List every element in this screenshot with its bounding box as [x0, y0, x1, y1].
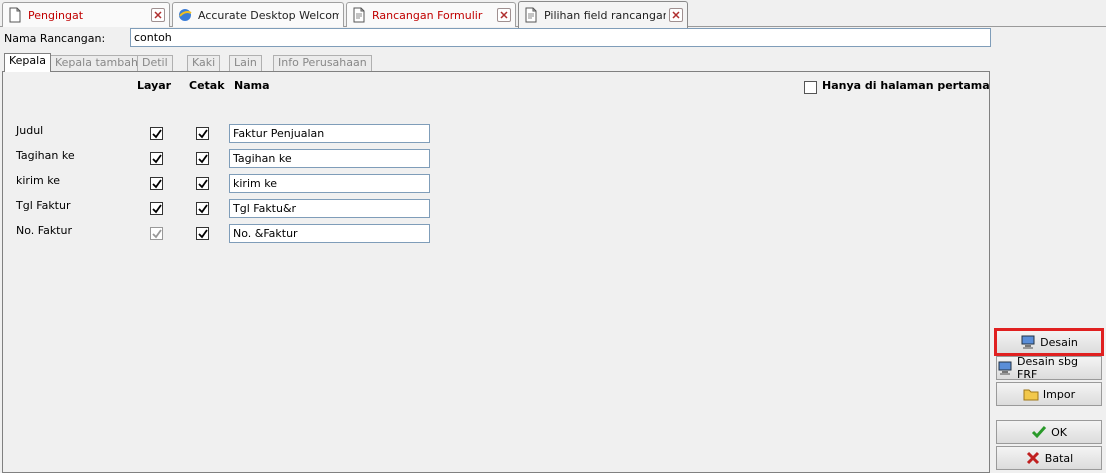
- batal-button-label: Batal: [1044, 451, 1074, 465]
- check-icon: [152, 229, 162, 239]
- doc-tab-welcome[interactable]: Accurate Desktop Welcome...: [172, 2, 344, 27]
- ok-button[interactable]: OK: [996, 420, 1102, 444]
- column-header-nama: Nama: [234, 79, 270, 92]
- layar-checkbox-tagihan-ke[interactable]: [150, 152, 163, 165]
- impor-button[interactable]: Impor: [996, 382, 1102, 406]
- cross-icon: [1026, 451, 1039, 465]
- column-header-cetak: Cetak: [189, 79, 225, 92]
- row-label-kirim-ke: kirim ke: [16, 174, 60, 187]
- row-label-tagihan-ke: Tagihan ke: [16, 149, 75, 162]
- check-icon: [198, 129, 208, 139]
- tab-kepala[interactable]: Kepala: [4, 53, 51, 72]
- document-icon: [525, 7, 537, 23]
- cetak-checkbox-judul[interactable]: [196, 127, 209, 140]
- check-icon: [152, 129, 162, 139]
- doc-tab-label: Accurate Desktop Welcome...: [198, 8, 339, 22]
- document-icon: [9, 7, 21, 23]
- layar-checkbox-no-faktur: [150, 227, 163, 240]
- nama-rancangan-label: Nama Rancangan:: [4, 32, 106, 45]
- close-icon[interactable]: [497, 8, 511, 22]
- folder-icon: [1023, 389, 1039, 401]
- close-icon[interactable]: [669, 8, 683, 22]
- row-label-tgl-faktur: Tgl Faktur: [16, 199, 71, 212]
- tab-detil[interactable]: Detil: [137, 55, 173, 71]
- doc-tab-label: Pilihan field rancangan...: [544, 8, 666, 22]
- doc-tab-pengingat[interactable]: Pengingat: [2, 2, 170, 27]
- tab-kaki[interactable]: Kaki: [187, 55, 221, 71]
- nama-field-tgl-faktur[interactable]: [229, 199, 430, 218]
- tab-lain[interactable]: Lain: [229, 55, 262, 71]
- cetak-checkbox-tgl-faktur[interactable]: [196, 202, 209, 215]
- layar-checkbox-tgl-faktur[interactable]: [150, 202, 163, 215]
- computer-icon: [998, 361, 1012, 375]
- tab-info-perusahaan[interactable]: Info Perusahaan: [273, 55, 372, 71]
- check-icon: [152, 204, 162, 214]
- impor-button-label: Impor: [1042, 387, 1076, 401]
- nama-field-judul[interactable]: [229, 124, 430, 143]
- checkmark-icon: [1032, 426, 1047, 439]
- row-label-no-faktur: No. Faktur: [16, 224, 72, 237]
- batal-button[interactable]: Batal: [996, 446, 1102, 470]
- desain-sbg-frf-button-label: Desain sbg FRF: [1017, 355, 1078, 381]
- column-header-layar: Layar: [137, 79, 172, 92]
- doc-tab-label: Pengingat: [28, 8, 84, 22]
- row-label-judul: Judul: [16, 124, 44, 137]
- cetak-checkbox-no-faktur[interactable]: [196, 227, 209, 240]
- hanya-halaman-pertama-label: Hanya di halaman pertama: [822, 79, 990, 92]
- ok-button-label: OK: [1051, 425, 1067, 439]
- browser-icon: [179, 9, 192, 21]
- hanya-halaman-pertama-checkbox[interactable]: [804, 81, 817, 94]
- desain-button-label: Desain: [1040, 335, 1078, 349]
- layar-checkbox-kirim-ke[interactable]: [150, 177, 163, 190]
- nama-field-kirim-ke[interactable]: [229, 174, 430, 193]
- check-icon: [198, 229, 208, 239]
- check-icon: [152, 179, 162, 189]
- doc-tab-rancangan-formulir[interactable]: Rancangan Formulir: [346, 2, 516, 27]
- check-icon: [198, 204, 208, 214]
- document-icon: [353, 7, 365, 23]
- nama-field-tagihan-ke[interactable]: [229, 149, 430, 168]
- layar-checkbox-judul[interactable]: [150, 127, 163, 140]
- check-icon: [198, 154, 208, 164]
- cetak-checkbox-tagihan-ke[interactable]: [196, 152, 209, 165]
- check-icon: [198, 179, 208, 189]
- desain-button[interactable]: Desain: [994, 328, 1104, 356]
- cetak-checkbox-kirim-ke[interactable]: [196, 177, 209, 190]
- document-tab-bar: Pengingat Accurate Desktop Welcome... Ra…: [0, 0, 1106, 28]
- doc-tab-label: Rancangan Formulir: [372, 8, 483, 22]
- doc-tab-pilihan-field[interactable]: Pilihan field rancangan...: [518, 1, 688, 28]
- nama-field-no-faktur[interactable]: [229, 224, 430, 243]
- nama-rancangan-input[interactable]: [130, 28, 991, 47]
- computer-icon: [1021, 335, 1035, 349]
- check-icon: [152, 154, 162, 164]
- close-icon[interactable]: [151, 8, 165, 22]
- desain-sbg-frf-button[interactable]: Desain sbg FRF: [996, 355, 1102, 381]
